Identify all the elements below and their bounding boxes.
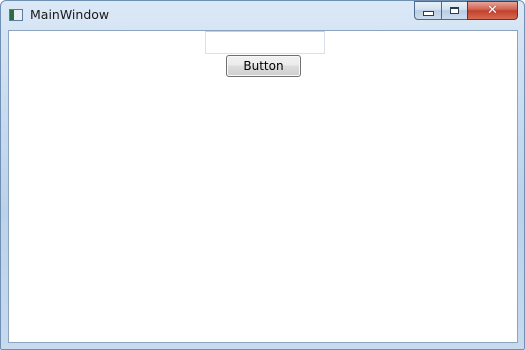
title-bar[interactable]: MainWindow ✕ [1,1,524,30]
window-app-icon[interactable] [9,9,23,21]
maximize-button[interactable] [441,1,467,20]
maximize-icon [450,7,459,14]
close-icon: ✕ [487,3,498,18]
text-input[interactable] [205,31,325,54]
client-area: Button [8,30,518,343]
window-title: MainWindow [30,7,110,22]
close-button[interactable]: ✕ [467,1,518,20]
main-button[interactable]: Button [226,55,301,77]
caption-buttons: ✕ [414,1,518,21]
minimize-button[interactable] [414,1,441,20]
minimize-icon [422,11,434,16]
main-window: MainWindow ✕ Button [0,0,525,350]
